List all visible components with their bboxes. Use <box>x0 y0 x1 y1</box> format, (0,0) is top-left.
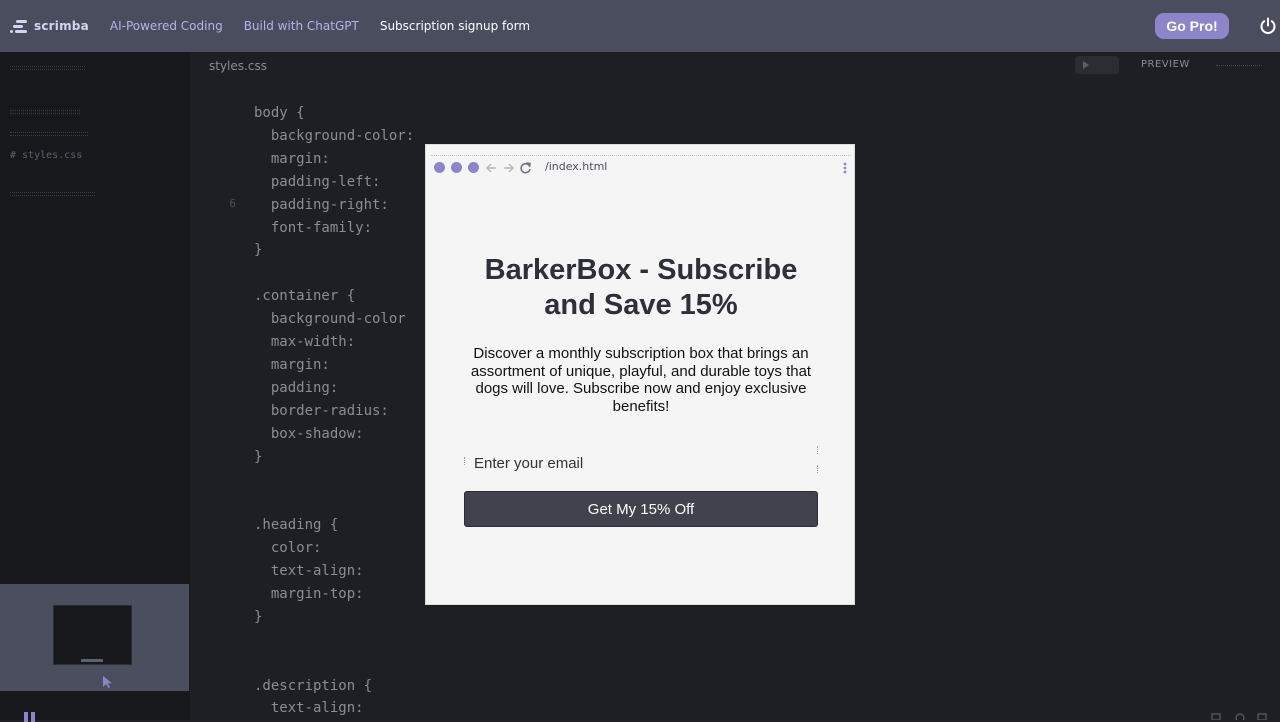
mouse-cursor-icon <box>103 676 112 688</box>
code-text: box-shadow: <box>254 425 373 442</box>
code-line[interactable]: body { <box>190 105 1280 125</box>
breadcrumb-course[interactable]: AI-Powered Coding <box>110 19 223 33</box>
file-item-styles-css[interactable]: # styles.css <box>10 150 82 162</box>
code-text: } <box>254 608 263 625</box>
code-text: color: <box>254 540 330 557</box>
code-text: } <box>254 242 263 259</box>
code-text: text-align: <box>254 700 373 717</box>
file-item[interactable] <box>10 110 80 114</box>
code-text: } <box>254 448 263 465</box>
get-discount-button[interactable]: Get My 15% Off <box>464 491 818 527</box>
code-text: font-family: <box>254 219 381 236</box>
tab-overflow <box>1216 65 1262 66</box>
page-description: Discover a monthly subscription box that… <box>470 345 812 415</box>
code-text: body { <box>254 105 305 121</box>
breadcrumb-lesson: Subscription signup form <box>379 19 531 33</box>
code-text: padding-left: <box>254 173 389 190</box>
window-dot-icon <box>468 162 479 173</box>
code-text: text-align: <box>254 563 373 579</box>
tab-styles-css[interactable]: styles.css <box>209 59 267 73</box>
power-icon[interactable] <box>1258 16 1278 36</box>
tab-preview[interactable]: PREVIEW <box>1141 59 1190 70</box>
email-input[interactable] <box>464 446 818 480</box>
minimap-thumbnail <box>53 605 132 665</box>
file-item[interactable] <box>10 132 88 136</box>
reload-icon[interactable] <box>519 162 532 174</box>
url-bar[interactable]: /index.html <box>545 160 607 173</box>
settings-icon[interactable] <box>1210 712 1270 720</box>
breadcrumb-module[interactable]: Build with ChatGPT <box>244 19 359 33</box>
window-dot-icon <box>451 162 462 173</box>
toolbar-divider <box>431 155 851 156</box>
minimap-indicator <box>81 659 103 662</box>
code-text: margin-top: <box>254 585 373 602</box>
video-minimap[interactable] <box>0 584 189 691</box>
code-text: margin: <box>254 150 339 167</box>
back-arrow-icon[interactable] <box>485 162 498 174</box>
scrimba-logo-icon <box>10 20 27 33</box>
code-text: .heading { <box>254 517 339 534</box>
code-text: background-color <box>254 311 406 328</box>
code-line[interactable] <box>190 632 1280 652</box>
code-text: .container { <box>254 288 356 305</box>
preview-window: /index.html BarkerBox - Subscribe and Sa… <box>425 144 855 605</box>
file-item[interactable] <box>10 192 95 196</box>
pause-icon[interactable] <box>22 712 38 722</box>
top-navigation: scrimba AI-Powered Coding Build with Cha… <box>0 0 1280 52</box>
run-button[interactable] <box>1075 56 1119 74</box>
code-text: padding: <box>254 379 347 396</box>
code-line[interactable] <box>190 655 1280 675</box>
line-number: 6 <box>229 196 236 210</box>
code-text: margin: <box>254 356 339 373</box>
code-line[interactable]: text-align: <box>190 700 1280 720</box>
code-text: padding-right: <box>254 196 398 213</box>
browser-toolbar: /index.html <box>426 145 856 189</box>
brand-name: scrimba <box>34 19 89 33</box>
code-text: background-color: <box>254 127 423 144</box>
page-title: BarkerBox - Subscribe and Save 15% <box>484 254 798 321</box>
code-line[interactable]: .description { <box>190 678 1280 698</box>
go-pro-button[interactable]: Go Pro! <box>1155 13 1229 39</box>
forward-arrow-icon[interactable] <box>502 162 515 174</box>
file-item[interactable] <box>10 66 85 70</box>
more-menu-icon[interactable] <box>842 161 848 175</box>
code-text: border-radius: <box>254 402 398 419</box>
window-dot-icon <box>434 162 445 173</box>
code-line[interactable]: } <box>190 609 1280 629</box>
code-text: .description { <box>254 677 373 694</box>
brand[interactable]: scrimba <box>10 0 89 52</box>
code-text: max-width: <box>254 334 364 350</box>
